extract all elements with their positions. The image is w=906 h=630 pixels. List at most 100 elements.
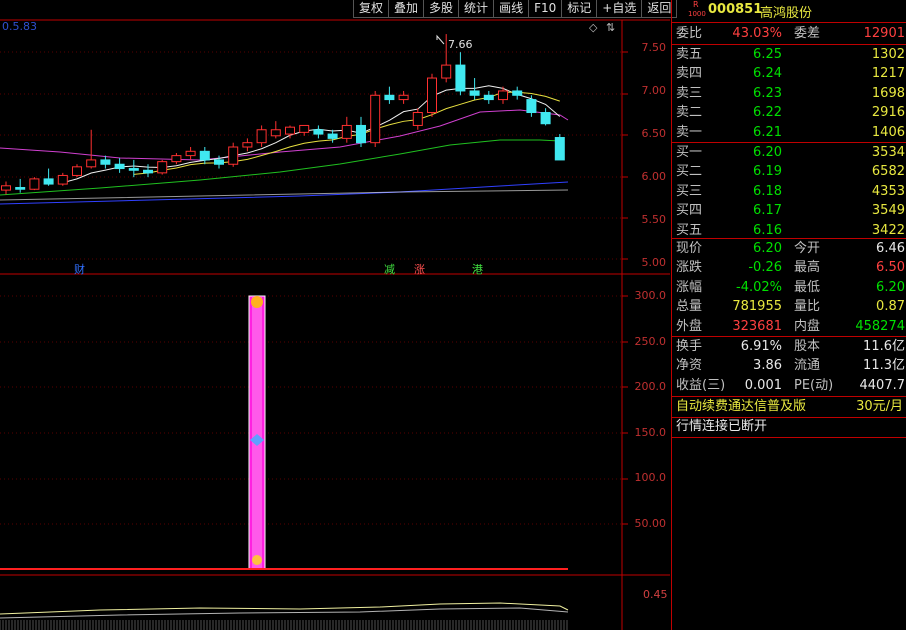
candle-body — [412, 112, 423, 126]
candle-body — [242, 142, 253, 148]
quote-row: 涨幅 -4.02% 最低 6.20 — [672, 278, 906, 297]
candle-body — [72, 166, 82, 176]
order-label: 买五 — [676, 222, 703, 238]
candle-body — [313, 129, 324, 135]
candle-body — [285, 126, 295, 135]
candle-body — [469, 90, 480, 96]
order-row: 买五 6.16 3422 — [672, 221, 906, 240]
quote-value: -4.02% — [736, 279, 782, 295]
lower-tick: 50.00 — [634, 516, 667, 530]
quote-value: 6.46 — [876, 241, 905, 256]
candle-body — [370, 94, 381, 144]
order-price: 6.17 — [753, 203, 782, 219]
candle-body — [540, 112, 551, 125]
fundamental-value: 4407.7 — [859, 377, 906, 393]
chart-area[interactable]: 0.5.83 ◇ ⇅ 7.50 7.00 6.50 6.00 5.50 5.00 300.… — [0, 0, 670, 630]
quote-row: 现价 6.20 今开 6.46 — [672, 239, 906, 258]
price-tick: 6.00 — [641, 170, 667, 184]
promo-price[interactable]: 30元/月 — [856, 397, 903, 416]
lower-tick: 100.0 — [634, 471, 667, 484]
lower-tick: 150.0 — [634, 425, 667, 439]
ratio-label: 委比 — [676, 26, 703, 41]
lower-tick: 200.0 — [634, 380, 667, 393]
order-volume: 4353 — [871, 183, 905, 199]
candle-body — [554, 137, 565, 161]
order-volume: 3422 — [871, 222, 905, 238]
quote-panel: R 1000 000851 高鸿股份 委比 43.03% 委差 12901 卖五… — [671, 0, 906, 630]
order-row: 卖五 6.25 1302 — [672, 45, 906, 64]
fundamental-label: 收益(三) — [676, 377, 726, 393]
event-tag-finance[interactable]: 财 — [74, 261, 85, 277]
order-volume: 1217 — [871, 66, 905, 82]
order-price: 6.18 — [753, 183, 782, 199]
quote-label: 外盘 — [676, 318, 703, 334]
candle-body — [427, 77, 437, 114]
order-label: 买一 — [676, 145, 703, 160]
fundamental-label: PE(动) — [794, 377, 834, 393]
fundamental-row: 净资 3.86 流通 11.3亿 — [672, 356, 906, 375]
diff-label: 委差 — [794, 26, 821, 41]
order-label: 卖五 — [676, 47, 703, 62]
candle-body — [43, 178, 54, 185]
candle-body — [1, 185, 11, 191]
candle-body — [114, 163, 125, 170]
candle-body — [199, 150, 210, 161]
order-row: 买三 6.18 4353 — [672, 182, 906, 201]
candle-body — [455, 64, 466, 92]
order-row: 卖一 6.21 1406 — [672, 123, 906, 142]
order-row: 买一 6.20 3534 — [672, 143, 906, 162]
quote-value: 0.87 — [876, 299, 905, 315]
signal-top-icon — [251, 296, 263, 308]
lower-tick: 300.0 — [634, 289, 667, 302]
candle-body — [57, 174, 68, 185]
candle-body — [299, 124, 310, 133]
quote-label: 量比 — [794, 299, 821, 315]
candle-body — [398, 94, 409, 101]
stock-badge-top: R — [693, 0, 699, 9]
order-label: 卖三 — [676, 85, 703, 101]
order-price: 6.24 — [753, 66, 782, 82]
order-label: 卖二 — [676, 105, 703, 121]
fundamental-label: 净资 — [676, 358, 703, 374]
event-tag-rise[interactable]: 涨 — [414, 261, 425, 277]
order-volume: 1406 — [871, 124, 905, 140]
quote-value: 781955 — [732, 299, 782, 315]
promo-row[interactable]: 自动续费通达信普及版 30元/月 — [672, 397, 906, 416]
candle-body — [15, 187, 26, 190]
order-volume: 1698 — [871, 85, 905, 101]
diff-value: 12901 — [863, 26, 905, 41]
high-marker-pointer — [436, 34, 445, 45]
candle-body — [100, 159, 111, 165]
price-tick: 7.00 — [641, 83, 667, 97]
fundamental-value: 6.91% — [740, 339, 782, 354]
order-price: 6.22 — [753, 105, 782, 121]
event-tag-hk[interactable]: 港 — [472, 261, 483, 277]
order-label: 买三 — [676, 183, 703, 199]
candle-body — [171, 155, 182, 163]
quote-value: -0.26 — [748, 260, 782, 276]
price-tick: 6.50 — [641, 127, 667, 141]
order-price: 6.23 — [753, 85, 782, 101]
event-tag-reduce[interactable]: 减 — [384, 261, 395, 277]
promo-text[interactable]: 自动续费通达信普及版 — [676, 397, 806, 416]
order-row: 卖二 6.22 2916 — [672, 103, 906, 122]
quote-label: 总量 — [676, 299, 703, 315]
candle-body — [356, 124, 366, 144]
candle-body — [327, 133, 338, 139]
candle-body — [143, 169, 153, 174]
connection-status: 行情连接已断开 — [676, 419, 768, 434]
quote-value: 6.20 — [753, 241, 782, 256]
order-volume: 6582 — [871, 164, 905, 180]
stock-header: R 1000 000851 高鸿股份 — [672, 0, 906, 23]
signal-bar-highlight — [252, 296, 262, 569]
fundamental-label: 股本 — [794, 339, 821, 354]
order-row: 卖三 6.23 1698 — [672, 84, 906, 103]
fundamental-value: 0.001 — [744, 377, 782, 393]
price-tick: 5.00 — [641, 256, 667, 270]
quote-label: 现价 — [676, 241, 703, 256]
stock-badge-bottom: 1000 — [688, 10, 706, 18]
quote-value: 6.20 — [876, 279, 905, 295]
fundamental-label: 流通 — [794, 358, 821, 374]
ma-line-blue — [0, 181, 569, 205]
fundamental-value: 11.6亿 — [863, 339, 905, 354]
